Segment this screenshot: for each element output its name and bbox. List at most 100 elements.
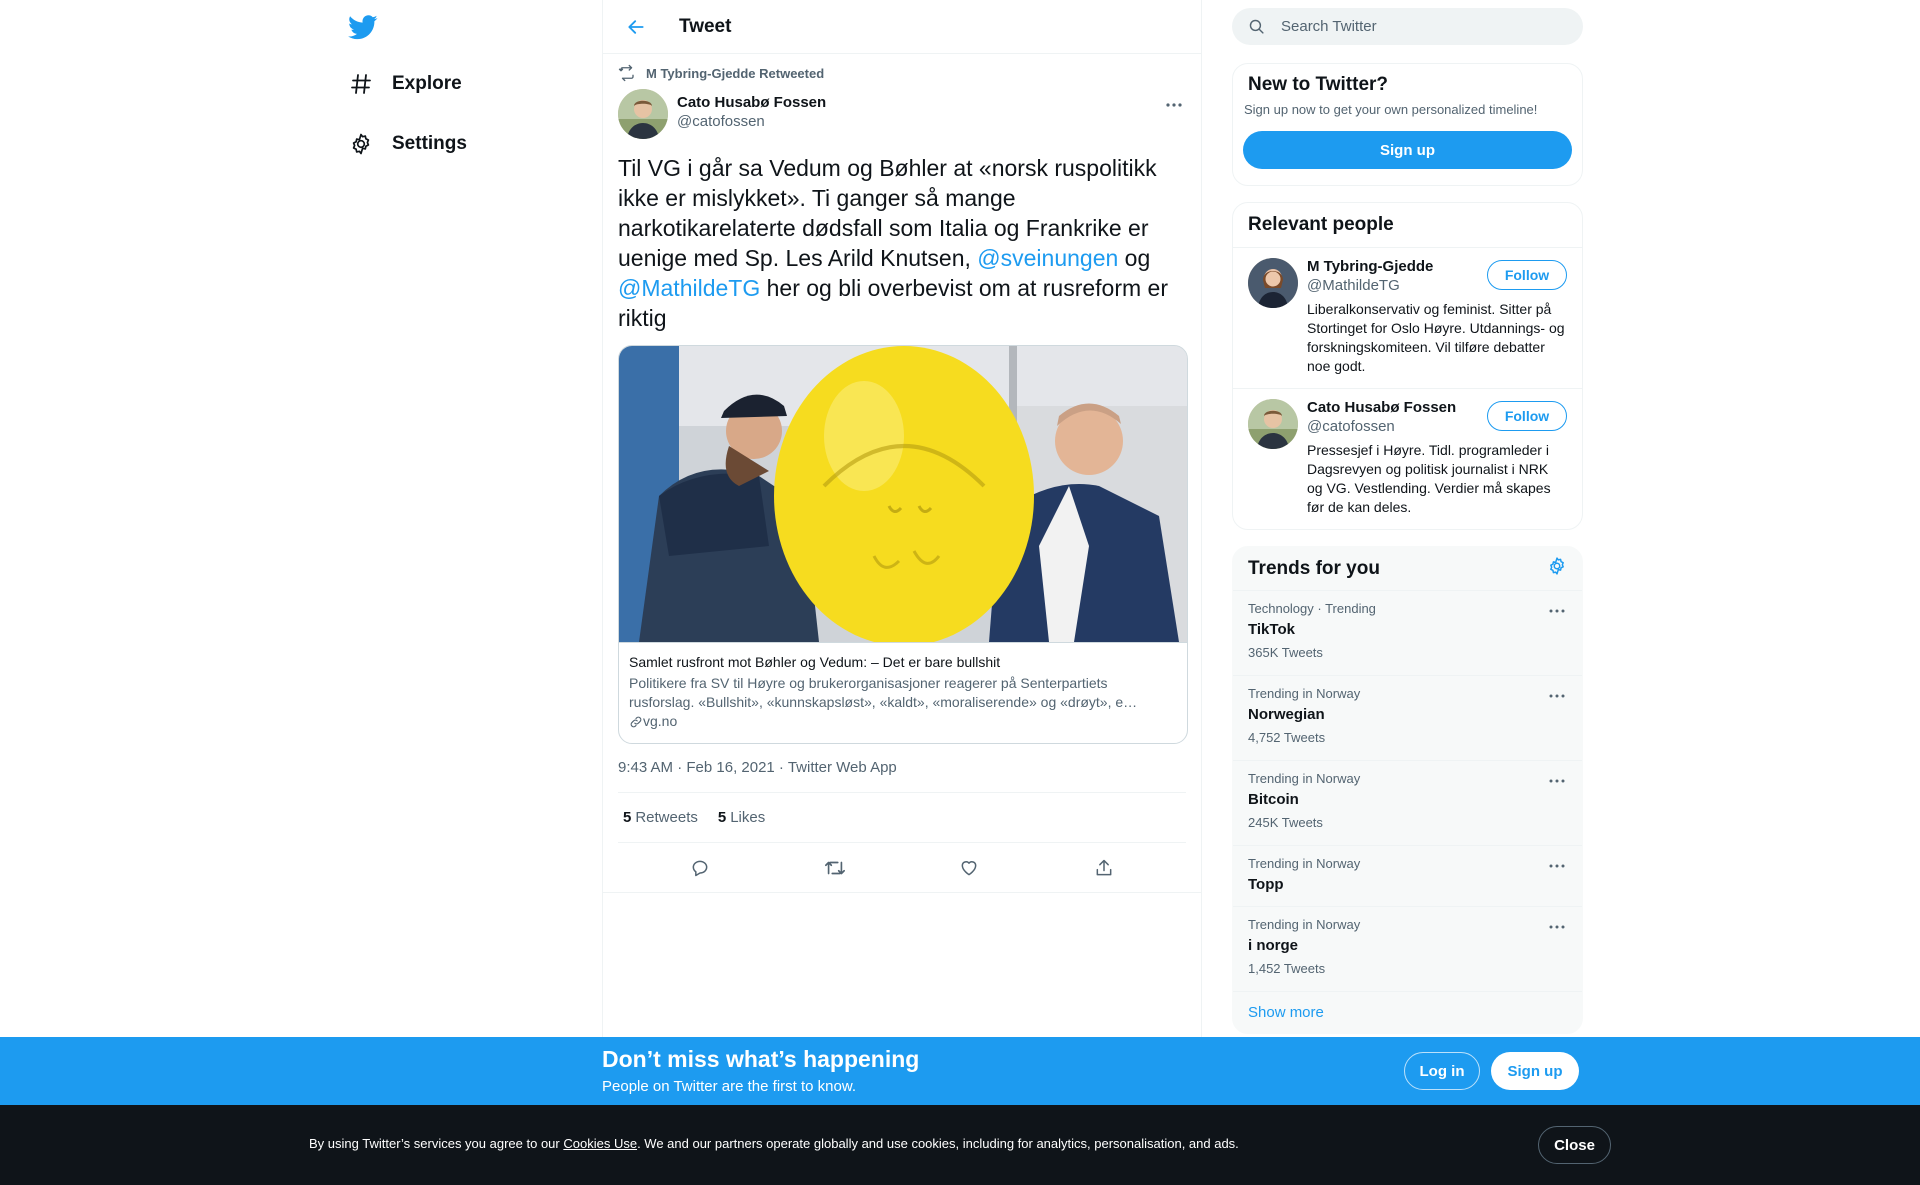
trend-more-button[interactable]: [1547, 686, 1567, 706]
new-to-twitter-subtitle: Sign up now to get your own personalized…: [1244, 102, 1538, 117]
relevant-people-title: Relevant people: [1233, 203, 1582, 248]
retweets-stat[interactable]: 5 Retweets: [623, 809, 698, 826]
like-button[interactable]: [949, 848, 989, 888]
trend-name: Bitcoin: [1248, 791, 1299, 808]
trend-name: Norwegian: [1248, 706, 1325, 723]
more-dots-icon: [1549, 694, 1565, 698]
main-header: Tweet: [603, 0, 1201, 54]
back-button[interactable]: [619, 10, 653, 44]
main-column: Tweet M Tybring-Gjedde Retweeted Cato Hu…: [602, 0, 1202, 1185]
more-dots-icon: [1549, 925, 1565, 929]
share-icon: [1096, 859, 1112, 875]
reply-button[interactable]: [680, 848, 720, 888]
tweet-more-button[interactable]: [1162, 95, 1186, 115]
retweet-icon: [618, 64, 634, 82]
trend-more-button[interactable]: [1547, 917, 1567, 937]
likes-count: 5: [717, 809, 727, 826]
more-dots-icon: [1166, 103, 1182, 107]
card-description: Politikere fra SV til Høyre og brukerorg…: [629, 675, 1138, 710]
right-sidebar: Search Twitter New to Twitter? Sign up n…: [1232, 0, 1583, 1034]
trend-context: Technology · Trending: [1248, 601, 1376, 616]
author-handle[interactable]: @catofossen: [677, 112, 826, 132]
cookie-text-after: . We and our partners operate globally a…: [637, 1136, 1239, 1151]
cookie-text-before: By using Twitter’s services you agree to…: [309, 1136, 564, 1151]
retweet-button[interactable]: [815, 848, 855, 888]
trend-item[interactable]: Trending in Norway Topp: [1233, 846, 1582, 907]
trend-context: Trending in Norway: [1248, 917, 1361, 932]
tweet-text: Til VG i går sa Vedum og Bøhler at «nors…: [618, 153, 1186, 333]
back-arrow-icon: [628, 19, 644, 34]
trends-box: Trends for you Technology · Trending Tik…: [1232, 546, 1583, 1034]
trend-count: 245K Tweets: [1248, 815, 1323, 830]
share-button[interactable]: [1084, 848, 1124, 888]
banner-subtitle: People on Twitter are the first to know.: [602, 1078, 857, 1095]
trends-header: Trends for you: [1233, 547, 1582, 591]
trend-count: 365K Tweets: [1248, 645, 1323, 660]
trend-item[interactable]: Trending in Norway Bitcoin 245K Tweets: [1233, 761, 1582, 846]
tweet-stats: 5 Retweets 5 Likes: [618, 792, 1186, 843]
hashtag-icon: [348, 71, 374, 97]
signup-banner: Don’t miss what’s happening People on Tw…: [0, 1037, 1920, 1105]
card-domain: vg.no: [629, 712, 1176, 731]
more-dots-icon: [1549, 609, 1565, 613]
card-body: Samlet rusfront mot Bøhler og Vedum: – D…: [619, 642, 1187, 743]
author-name[interactable]: Cato Husabø Fossen: [677, 94, 826, 112]
cookie-close-button[interactable]: Close: [1538, 1126, 1611, 1164]
avatar[interactable]: [618, 89, 668, 139]
trend-context: Trending in Norway: [1248, 856, 1361, 871]
link-card[interactable]: Samlet rusfront mot Bøhler og Vedum: – D…: [618, 345, 1188, 744]
avatar[interactable]: [1248, 399, 1298, 449]
reply-icon: [692, 860, 708, 876]
card-image: [619, 346, 1187, 642]
trend-more-button[interactable]: [1547, 856, 1567, 876]
likes-stat[interactable]: 5 Likes: [718, 809, 765, 826]
gear-icon: [348, 131, 374, 157]
trend-context: Trending in Norway: [1248, 771, 1361, 786]
trend-context: Trending in Norway: [1248, 686, 1361, 701]
retweet-context: M Tybring-Gjedde Retweeted: [618, 63, 1186, 83]
person-card[interactable]: Cato Husabø Fossen @catofossen Pressesje…: [1233, 389, 1582, 529]
banner-signup-button[interactable]: Sign up: [1491, 1052, 1579, 1090]
follow-button[interactable]: Follow: [1487, 260, 1567, 290]
trend-count: 4,752 Tweets: [1248, 730, 1326, 745]
retweeted-by-label[interactable]: M Tybring-Gjedde Retweeted: [646, 66, 824, 81]
tweet-timestamp[interactable]: 9:43 AM · Feb 16, 2021 · Twitter Web App: [618, 759, 1186, 779]
trend-more-button[interactable]: [1547, 771, 1567, 791]
tweet: M Tybring-Gjedde Retweeted Cato Husabø F…: [603, 63, 1201, 893]
cookie-notice: By using Twitter’s services you agree to…: [0, 1105, 1920, 1185]
cookie-text: By using Twitter’s services you agree to…: [309, 1136, 1239, 1151]
tweet-author: Cato Husabø Fossen @catofossen: [618, 89, 1186, 139]
login-button[interactable]: Log in: [1404, 1052, 1480, 1090]
person-bio: Liberalkonservativ og feminist. Sitter p…: [1307, 301, 1565, 374]
sign-up-button[interactable]: Sign up: [1243, 131, 1572, 169]
show-more-link[interactable]: Show more: [1233, 992, 1582, 1033]
retweet-icon: [824, 861, 845, 874]
trend-count: 1,452 Tweets: [1248, 961, 1326, 976]
trend-more-button[interactable]: [1547, 601, 1567, 621]
nav-explore-label: Explore: [392, 73, 462, 94]
trends-settings-gear-icon[interactable]: [1547, 556, 1567, 581]
mention-link[interactable]: @sveinungen: [977, 245, 1118, 271]
trend-name: Topp: [1248, 876, 1284, 893]
cookies-use-link[interactable]: Cookies Use: [563, 1136, 637, 1151]
person-card[interactable]: M Tybring-Gjedde @MathildeTG Liberalkons…: [1233, 248, 1582, 389]
new-to-twitter-title: New to Twitter?: [1248, 74, 1389, 95]
nav-settings[interactable]: Settings: [348, 124, 467, 164]
trend-item[interactable]: Trending in Norway Norwegian 4,752 Tweet…: [1233, 676, 1582, 761]
twitter-logo-icon[interactable]: [348, 12, 378, 42]
mention-link[interactable]: @MathildeTG: [618, 275, 760, 301]
relevant-people-box: Relevant people M Tybring-Gjedde @Mathil…: [1232, 202, 1583, 530]
card-title: Samlet rusfront mot Bøhler og Vedum: – D…: [629, 654, 1001, 670]
search-input[interactable]: Search Twitter: [1232, 8, 1583, 45]
heart-icon: [961, 860, 977, 875]
card-domain-text: vg.no: [643, 713, 678, 729]
follow-button[interactable]: Follow: [1487, 401, 1567, 431]
trend-item[interactable]: Technology · Trending TikTok 365K Tweets: [1233, 591, 1582, 676]
trend-item[interactable]: Trending in Norway i norge 1,452 Tweets: [1233, 907, 1582, 992]
retweets-count: 5: [623, 809, 632, 826]
avatar[interactable]: [1248, 258, 1298, 308]
nav-explore[interactable]: Explore: [348, 64, 462, 104]
person-bio: Pressesjef i Høyre. Tidl. programleder i…: [1307, 442, 1551, 515]
tweet-actions: [603, 843, 1201, 893]
tweet-text-part: og: [1118, 245, 1151, 271]
